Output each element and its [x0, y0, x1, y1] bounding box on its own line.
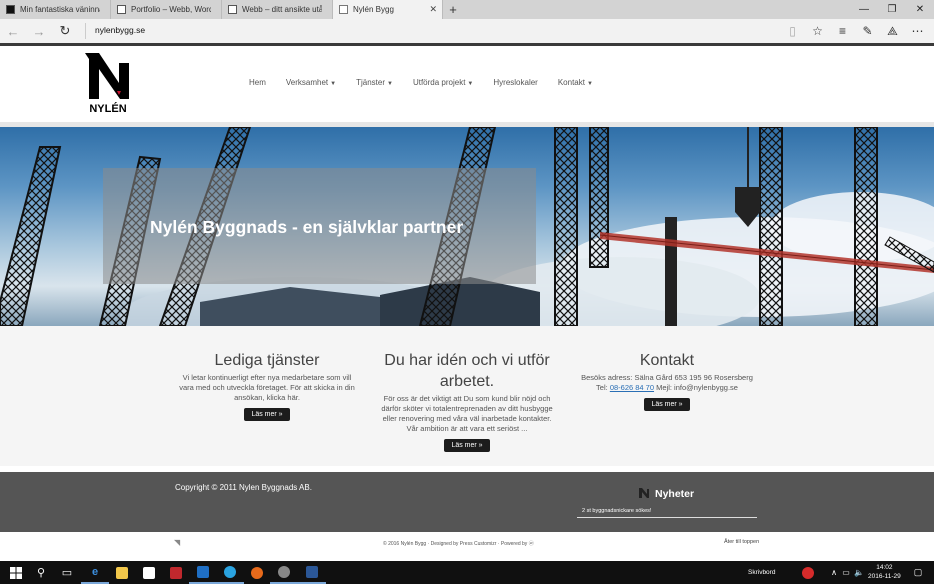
jobs-text: Vi letar kontinuerligt efter nya medarbe… — [179, 373, 355, 402]
nav-item-hem[interactable]: Hem — [249, 78, 266, 87]
more-icon[interactable]: ⋯ — [905, 24, 930, 38]
notifications-icon[interactable]: ▢ — [904, 561, 932, 584]
idea-column: Du har idén och vi utför arbetet. För os… — [378, 326, 556, 452]
browser-tab-active[interactable]: Nylén Bygg ✕ — [333, 0, 443, 19]
edge-browser-icon[interactable]: e — [81, 561, 109, 584]
system-clock[interactable]: 14:02 2016-11-29 — [868, 563, 901, 581]
rss-icon[interactable]: ◥ — [174, 538, 180, 547]
site-header: NYLÉN Hem Verksamhet ▼ Tjänster ▼ Utförda … — [0, 46, 934, 122]
caret-down-icon: ▼ — [387, 81, 393, 87]
tab-label: Webb – ditt ansikte utåt | Sk — [242, 5, 322, 14]
contact-address: Besöks adress: Sälna Gård 653 195 96 Ros… — [581, 373, 753, 382]
app-icon[interactable] — [270, 561, 298, 584]
outlook-icon[interactable] — [189, 561, 217, 584]
close-tab-icon[interactable]: ✕ — [429, 4, 437, 15]
credits-text: © 2016 Nylén Bygg · Designed by Press Cu… — [383, 541, 534, 547]
new-tab-button[interactable]: + — [443, 0, 463, 19]
jobs-read-more-button[interactable]: Läs mer » — [244, 408, 290, 421]
close-window-icon[interactable]: ✕ — [906, 0, 934, 19]
page-icon — [117, 5, 126, 14]
start-icon[interactable] — [2, 561, 30, 584]
window-controls: — ❐ ✕ — [850, 0, 934, 19]
caret-down-icon: ▼ — [586, 81, 593, 87]
nylen-logo-icon: NYLÉN — [85, 53, 129, 115]
nav-item-kontakt[interactable]: Kontakt ▼ — [558, 78, 593, 87]
contact-heading: Kontakt — [639, 352, 695, 369]
news-item-link[interactable]: 2 st byggnadsnickare sökes! — [577, 508, 757, 518]
contact-read-more-button[interactable]: Läs mer » — [644, 398, 690, 411]
favorite-star-icon[interactable]: ☆ — [805, 24, 830, 38]
caret-down-icon: ▼ — [467, 81, 474, 87]
browser-tab[interactable]: Min fantastiska väninna av l — [0, 0, 111, 19]
back-icon[interactable]: ← — [0, 19, 26, 43]
browser-toolbar: ▯ ☆ ≡ ✎ ⟁ ⋯ — [780, 19, 930, 43]
antivirus-tray-icon[interactable] — [794, 561, 822, 584]
jobs-heading: Lediga tjänster — [214, 352, 320, 369]
tab-label: Min fantastiska väninna av l — [20, 5, 100, 14]
idea-read-more-button[interactable]: Läs mer » — [444, 439, 490, 452]
restore-icon[interactable]: ❐ — [878, 0, 906, 19]
tel-label: Tel: — [596, 383, 608, 392]
store-icon[interactable] — [135, 561, 163, 584]
firefox-icon[interactable] — [243, 561, 271, 584]
nav-item-verksamhet[interactable]: Verksamhet ▼ — [286, 78, 336, 87]
skype-icon[interactable] — [216, 561, 244, 584]
reading-view-icon[interactable]: ▯ — [780, 24, 805, 38]
wordpress-icon[interactable]: ⓦ — [529, 541, 534, 547]
web-note-icon[interactable]: ✎ — [855, 24, 880, 38]
footer-widgets: Copyright © 2011 Nylen Byggnads AB. Nyhe… — [0, 472, 934, 532]
hero-banner: Nylén Byggnads - en självklar partner — [0, 127, 934, 326]
hero-title: Nylén Byggnads - en självklar partner — [150, 217, 464, 237]
page-icon — [6, 5, 15, 14]
minimize-icon[interactable]: — — [850, 0, 878, 19]
back-to-top-link[interactable]: Åter till toppen — [724, 539, 759, 545]
word-icon[interactable] — [298, 561, 326, 584]
url-field[interactable]: nylenbygg.se — [95, 25, 145, 35]
tab-label: Nylén Bygg — [353, 5, 394, 14]
contact-column: Kontakt Besöks adress: Sälna Gård 653 19… — [576, 326, 758, 411]
news-logo-icon — [639, 488, 649, 498]
idea-heading: Du har idén och vi utför arbetet. — [384, 352, 550, 390]
nav-item-utforda-projekt[interactable]: Utförda projekt ▼ — [413, 78, 473, 87]
svg-text:NYLÉN: NYLÉN — [89, 102, 126, 115]
windows-taskbar: ⚲ ▭ e Skrivbord ∧ ▭ 🔈 14:02 2016-11-29 ▢ — [0, 561, 934, 584]
caret-down-icon: ▼ — [330, 81, 337, 87]
page-icon — [228, 5, 237, 14]
page-icon — [339, 5, 348, 14]
news-heading: Nyheter — [655, 488, 695, 500]
tab-label: Portfolio – Webb, WordPres — [131, 5, 211, 14]
tel-link[interactable]: 08-626 84 70 — [610, 383, 654, 392]
contact-mail: Mejl: info@nylenbygg.se — [656, 383, 738, 392]
browser-tab[interactable]: Webb – ditt ansikte utåt | Sk — [222, 0, 333, 19]
refresh-icon[interactable]: ↻ — [52, 19, 78, 43]
address-bar: ← → ↻ nylenbygg.se ▯ ☆ ≡ ✎ ⟁ ⋯ — [0, 19, 934, 43]
copyright-text: Copyright © 2011 Nylen Byggnads AB. — [175, 483, 312, 492]
file-explorer-icon[interactable] — [108, 561, 136, 584]
idea-text: För oss är det viktigt att Du som kund b… — [381, 394, 553, 433]
browser-tab[interactable]: Portfolio – Webb, WordPres — [111, 0, 222, 19]
forward-icon[interactable]: → — [26, 19, 52, 43]
nav-item-tjanster[interactable]: Tjänster ▼ — [356, 78, 393, 87]
desktop-label[interactable]: Skrivbord — [748, 569, 775, 576]
contact-text: Besöks adress: Sälna Gård 653 195 96 Ros… — [576, 373, 758, 393]
footer-bottom: ◥ © 2016 Nylén Bygg · Designed by Press … — [0, 532, 934, 561]
jobs-column: Lediga tjänster Vi letar kontinuerligt e… — [178, 326, 356, 421]
divider — [85, 23, 86, 39]
security-shield-icon[interactable] — [162, 561, 190, 584]
hub-icon[interactable]: ≡ — [830, 24, 855, 38]
browser-tab-bar: Min fantastiska väninna av l Portfolio –… — [0, 0, 934, 19]
task-view-icon[interactable]: ▭ — [53, 561, 81, 584]
nav-item-hyreslokaler[interactable]: Hyreslokaler — [493, 78, 537, 87]
search-icon[interactable]: ⚲ — [27, 561, 55, 584]
featured-section: Lediga tjänster Vi letar kontinuerligt e… — [0, 326, 934, 466]
share-icon[interactable]: ⟁ — [880, 24, 905, 39]
site-logo[interactable]: NYLÉN — [85, 53, 131, 115]
main-navigation: Hem Verksamhet ▼ Tjänster ▼ Utförda projek… — [249, 78, 613, 87]
